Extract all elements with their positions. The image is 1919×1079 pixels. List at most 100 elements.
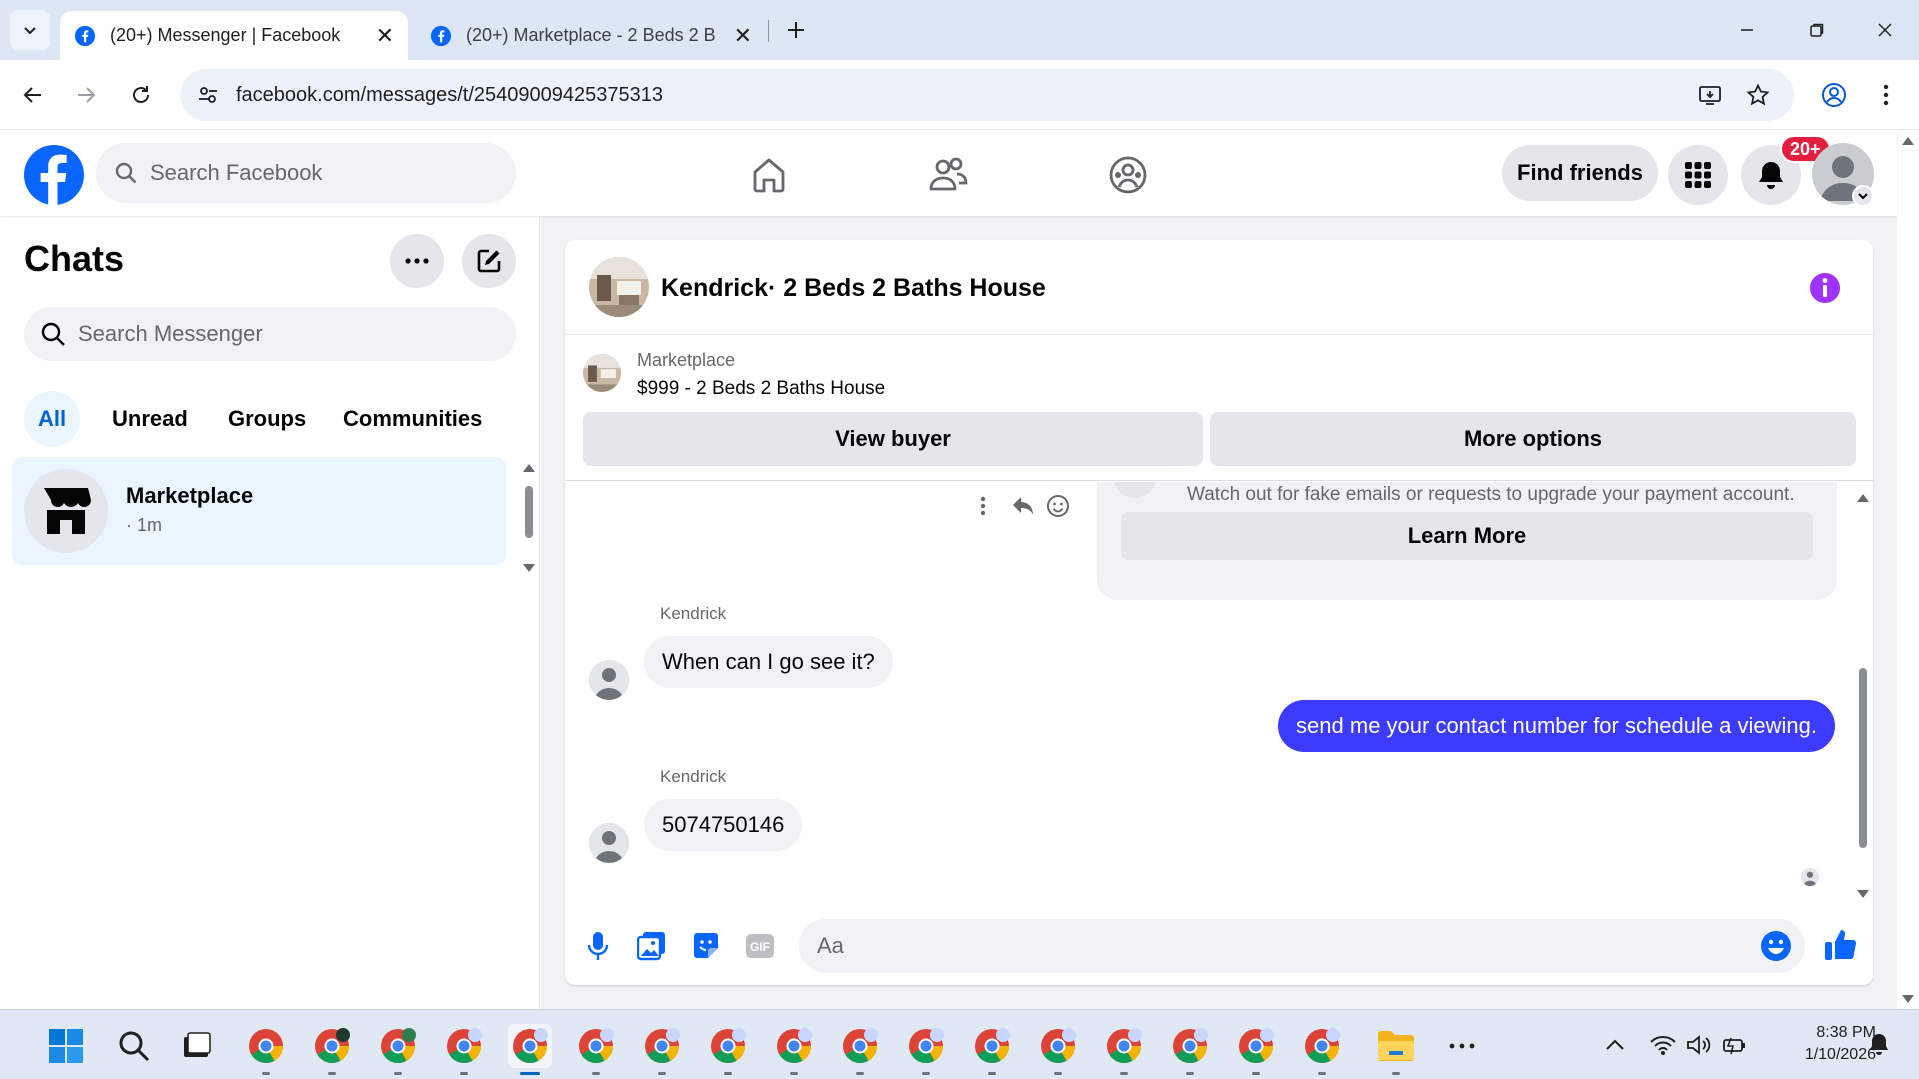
view-buyer-button[interactable]: View buyer (583, 412, 1203, 466)
filter-all[interactable]: All (24, 391, 81, 447)
taskbar-chrome-2[interactable] (310, 1024, 354, 1075)
forward-button[interactable] (66, 75, 106, 115)
taskbar-chrome-15[interactable] (1168, 1024, 1212, 1075)
taskbar-chrome-4[interactable] (442, 1024, 486, 1075)
nav-home[interactable] (743, 149, 795, 201)
taskbar-chrome-9[interactable] (772, 1024, 816, 1075)
chrome-icon (513, 1028, 548, 1063)
sticker-icon[interactable] (689, 929, 723, 963)
learn-more-button[interactable]: Learn More (1121, 512, 1813, 560)
tab-messenger[interactable]: (20+) Messenger | Facebook ✕ (60, 11, 408, 60)
reply-icon[interactable] (1011, 494, 1035, 518)
facebook-search[interactable] (96, 143, 516, 203)
marketplace-listing-banner: Marketplace $999 - 2 Beds 2 Baths House … (565, 336, 1873, 481)
menu-button[interactable] (1668, 145, 1728, 205)
messenger-search[interactable] (24, 307, 516, 361)
conversation-title[interactable]: Kendrick· 2 Beds 2 Baths House (661, 274, 1046, 303)
conversation-scrollbar[interactable] (1855, 486, 1871, 906)
react-emoji-icon[interactable] (1046, 494, 1070, 518)
message-bubble-received[interactable]: 5074750146 (644, 799, 803, 851)
default-avatar-icon (589, 660, 629, 700)
start-button[interactable] (44, 1024, 88, 1068)
system-clock[interactable]: 8:38 PM 1/10/2026 (1760, 1022, 1876, 1066)
account-caret[interactable] (1852, 185, 1874, 207)
more-actions-icon[interactable] (971, 494, 995, 518)
close-window-button[interactable] (1862, 12, 1908, 48)
chat-list-item[interactable]: Marketplace · 1m (12, 457, 506, 565)
arrow-left-icon (23, 87, 41, 103)
photo-icon[interactable] (635, 929, 669, 963)
taskbar-chrome-6[interactable] (574, 1024, 618, 1075)
facebook-logo-icon[interactable] (24, 145, 84, 205)
filter-unread[interactable]: Unread (98, 391, 202, 447)
find-friends-button[interactable]: Find friends (1502, 145, 1658, 201)
taskbar-chrome-8[interactable] (706, 1024, 750, 1075)
url-text[interactable]: facebook.com/messages/t/2540900942537531… (236, 84, 663, 107)
clock-time: 8:38 PM (1816, 1024, 1876, 1041)
taskbar-chrome-1[interactable] (244, 1024, 288, 1075)
taskbar-chrome-17[interactable] (1300, 1024, 1344, 1075)
taskbar-chrome-16[interactable] (1234, 1024, 1278, 1075)
battery-icon[interactable] (1718, 1028, 1752, 1062)
message-bubble-received[interactable]: When can I go see it? (644, 636, 893, 688)
close-tab-icon[interactable]: ✕ (376, 23, 394, 49)
taskbar-chrome-10[interactable] (838, 1024, 882, 1075)
taskbar-search-button[interactable] (112, 1024, 156, 1068)
taskbar-chrome-12[interactable] (970, 1024, 1014, 1075)
task-view-button[interactable] (174, 1024, 218, 1068)
browser-menu-button[interactable] (1866, 75, 1906, 115)
chrome-icon (1305, 1028, 1340, 1063)
back-button[interactable] (13, 75, 53, 115)
sender-avatar[interactable] (589, 823, 629, 863)
taskbar-chrome-3[interactable] (376, 1024, 420, 1075)
taskbar-overflow-button[interactable] (1440, 1024, 1484, 1068)
emoji-icon[interactable] (1759, 929, 1793, 963)
listing-avatar[interactable] (589, 257, 649, 317)
message-input-box[interactable] (799, 919, 1805, 973)
facebook-search-input[interactable] (150, 143, 500, 203)
taskbar-chrome-13[interactable] (1036, 1024, 1080, 1075)
volume-icon[interactable] (1682, 1028, 1716, 1062)
chat-options-button[interactable] (390, 234, 444, 288)
like-thumbs-up-icon[interactable] (1821, 925, 1861, 965)
bookmark-star-icon[interactable] (1744, 81, 1772, 109)
new-message-button[interactable] (462, 234, 516, 288)
notification-bell-icon[interactable] (1862, 1028, 1896, 1062)
nav-friends[interactable] (922, 149, 974, 201)
profile-button[interactable] (1814, 75, 1854, 115)
wifi-icon[interactable] (1646, 1028, 1680, 1062)
sender-avatar[interactable] (589, 660, 629, 700)
taskbar-chrome-7[interactable] (640, 1024, 684, 1075)
tray-chevron-up-icon[interactable] (1598, 1028, 1632, 1062)
chat-list-scrollbar[interactable] (520, 460, 538, 580)
taskbar-file-explorer[interactable] (1374, 1024, 1418, 1075)
taskbar-chrome-14[interactable] (1102, 1024, 1146, 1075)
restore-button[interactable] (1794, 12, 1840, 48)
message-bubble-sent[interactable]: send me your contact number for schedule… (1278, 700, 1835, 752)
taskbar-chrome-11[interactable] (904, 1024, 948, 1075)
listing-name[interactable]: $999 - 2 Beds 2 Baths House (637, 378, 885, 400)
chrome-icon (447, 1028, 482, 1063)
gif-icon[interactable]: GIF (743, 929, 777, 963)
minimize-button[interactable] (1724, 12, 1770, 48)
nav-groups[interactable] (1102, 149, 1154, 201)
close-tab-icon[interactable]: ✕ (734, 23, 752, 49)
install-app-icon[interactable] (1696, 81, 1724, 109)
site-info-icon[interactable] (194, 81, 222, 109)
filter-communities[interactable]: Communities (329, 391, 496, 447)
message-input[interactable] (817, 919, 1717, 973)
address-bar[interactable]: facebook.com/messages/t/2540900942537531… (180, 69, 1794, 121)
microphone-icon[interactable] (581, 929, 615, 963)
friends-icon (929, 157, 968, 191)
taskbar-chrome-5[interactable] (508, 1024, 552, 1075)
info-icon[interactable] (1809, 272, 1841, 304)
tab-search-button[interactable] (10, 10, 50, 50)
filter-groups[interactable]: Groups (214, 391, 320, 447)
more-options-button[interactable]: More options (1210, 412, 1856, 466)
new-tab-button[interactable] (780, 14, 812, 46)
page-scrollbar[interactable] (1897, 131, 1919, 1009)
reload-button[interactable] (121, 75, 161, 115)
tab-marketplace[interactable]: (20+) Marketplace - 2 Beds 2 Ba ✕ (416, 11, 766, 60)
messenger-search-input[interactable] (78, 307, 498, 361)
listing-thumbnail[interactable] (583, 354, 621, 392)
